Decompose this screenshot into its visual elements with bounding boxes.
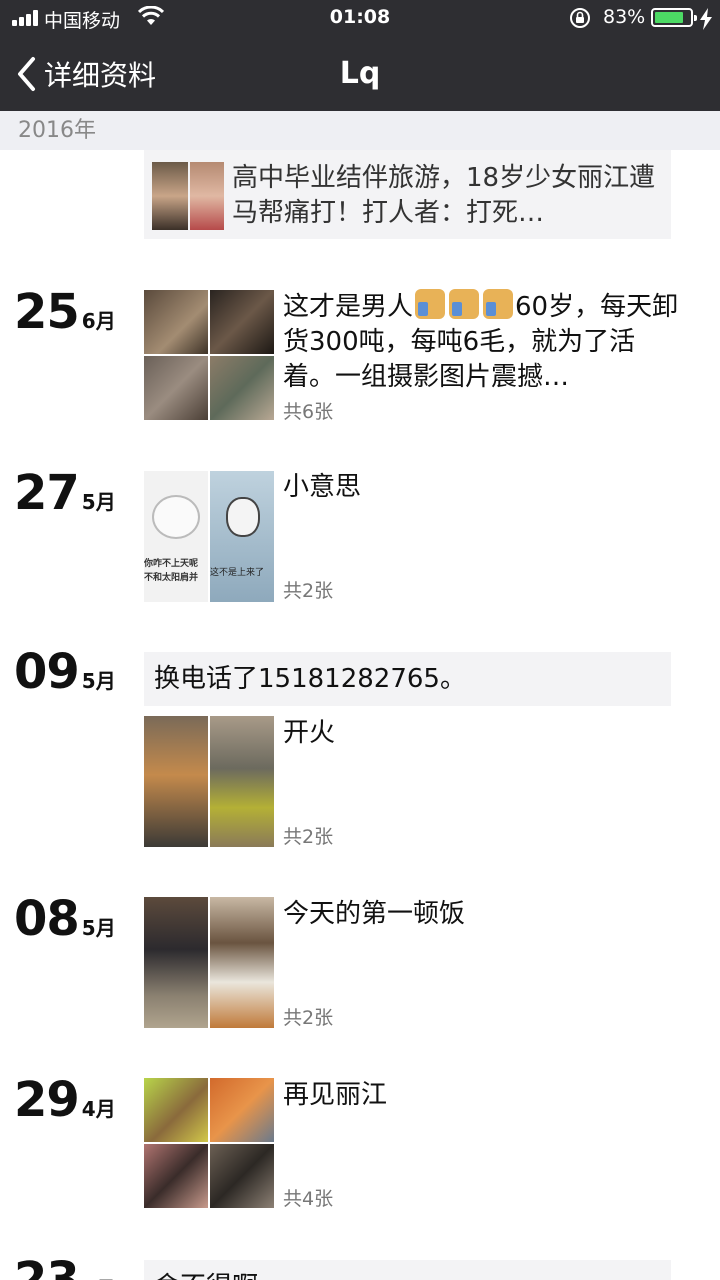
date-month: 5月 bbox=[81, 916, 116, 940]
photo-grid[interactable] bbox=[144, 290, 275, 421]
photo-thumbnail[interactable] bbox=[144, 716, 208, 847]
photo-thumbnail[interactable]: 你咋不上天呢 不和太阳肩并 bbox=[144, 471, 208, 602]
post-date: 09 5月 bbox=[14, 644, 116, 700]
photo-thumbnail[interactable] bbox=[144, 1144, 208, 1208]
thumbs-up-emoji bbox=[415, 289, 446, 319]
thumbs-up-emoji bbox=[483, 289, 514, 319]
link-title: 高中毕业结伴旅游，18岁少女丽江遭马帮痛打！打人者：打死… bbox=[232, 163, 656, 228]
post-text[interactable]: 这才是男人 60岁，每天卸货300吨，每吨6毛，就为了活着。一组摄影图片震撼… bbox=[283, 289, 683, 394]
post-text[interactable]: 今天的第一顿饭 bbox=[283, 897, 683, 932]
charging-bolt-icon bbox=[700, 8, 712, 30]
photo-count: 共6张 bbox=[283, 401, 334, 423]
photo-thumbnail[interactable] bbox=[144, 356, 208, 420]
photo-grid[interactable] bbox=[144, 1078, 275, 1209]
photo-count: 共2张 bbox=[283, 826, 334, 848]
photo-thumbnail[interactable]: 这不是上来了 bbox=[210, 471, 274, 602]
post-date: 08 5月 bbox=[14, 891, 116, 947]
rotation-lock-icon bbox=[570, 8, 590, 28]
date-day: 08 bbox=[14, 891, 80, 947]
battery-percent: 83% bbox=[603, 6, 646, 28]
date-day: 09 bbox=[14, 644, 80, 700]
date-day: 25 bbox=[14, 284, 80, 340]
post-text[interactable]: 再见丽江 bbox=[283, 1078, 683, 1113]
battery-fill bbox=[655, 12, 683, 23]
year-header: 2016年 bbox=[0, 111, 720, 150]
photo-count: 共2张 bbox=[283, 1007, 334, 1029]
date-day: 23 bbox=[14, 1252, 80, 1280]
post-text[interactable]: 小意思 bbox=[283, 470, 683, 505]
thumbs-up-emoji bbox=[449, 289, 480, 319]
photo-thumbnail[interactable] bbox=[210, 1078, 274, 1142]
photo-thumbnail[interactable] bbox=[210, 356, 274, 420]
photo-thumbnail[interactable] bbox=[144, 290, 208, 354]
page-title: Lq bbox=[339, 56, 381, 91]
photo-count: 共2张 bbox=[283, 580, 334, 602]
photo-grid[interactable] bbox=[144, 897, 275, 1028]
status-bar: 中国移动 01:08 83% bbox=[0, 0, 720, 36]
text-post[interactable]: 舍不得啊 bbox=[144, 1260, 671, 1280]
date-month: 6月 bbox=[81, 309, 116, 333]
photo-grid[interactable]: 你咋不上天呢 不和太阳肩并 这不是上来了 bbox=[144, 471, 275, 602]
text-post[interactable]: 换电话了15181282765。 bbox=[144, 652, 671, 706]
photo-thumbnail[interactable] bbox=[210, 716, 274, 847]
shared-link-card[interactable]: 高中毕业结伴旅游，18岁少女丽江遭马帮痛打！打人者：打死… bbox=[144, 150, 671, 239]
post-date: 27 5月 bbox=[14, 465, 116, 521]
post-date: 23 4月 bbox=[14, 1252, 116, 1280]
post-date: 25 6月 bbox=[14, 284, 116, 340]
link-thumbnail bbox=[152, 162, 224, 230]
date-month: 4月 bbox=[81, 1097, 116, 1121]
top-bar: 中国移动 01:08 83% 详细资料 Lq bbox=[0, 0, 720, 111]
date-day: 29 bbox=[14, 1072, 80, 1128]
photo-thumbnail[interactable] bbox=[210, 897, 274, 1028]
date-month: 5月 bbox=[81, 490, 116, 514]
date-month: 5月 bbox=[81, 669, 116, 693]
photo-count: 共4张 bbox=[283, 1188, 334, 1210]
photo-thumbnail[interactable] bbox=[210, 290, 274, 354]
photo-grid[interactable] bbox=[144, 716, 275, 847]
photo-thumbnail[interactable] bbox=[210, 1144, 274, 1208]
battery-icon bbox=[651, 8, 697, 27]
photo-thumbnail[interactable] bbox=[144, 1078, 208, 1142]
post-date: 29 4月 bbox=[14, 1072, 116, 1128]
date-day: 27 bbox=[14, 465, 80, 521]
date-month: 4月 bbox=[82, 1273, 116, 1280]
meme-caption: 这不是上来了 bbox=[210, 568, 265, 578]
meme-caption: 你咋不上天呢 不和太阳肩并 bbox=[144, 559, 199, 583]
post-text[interactable]: 开火 bbox=[283, 716, 683, 751]
photo-thumbnail[interactable] bbox=[144, 897, 208, 1028]
